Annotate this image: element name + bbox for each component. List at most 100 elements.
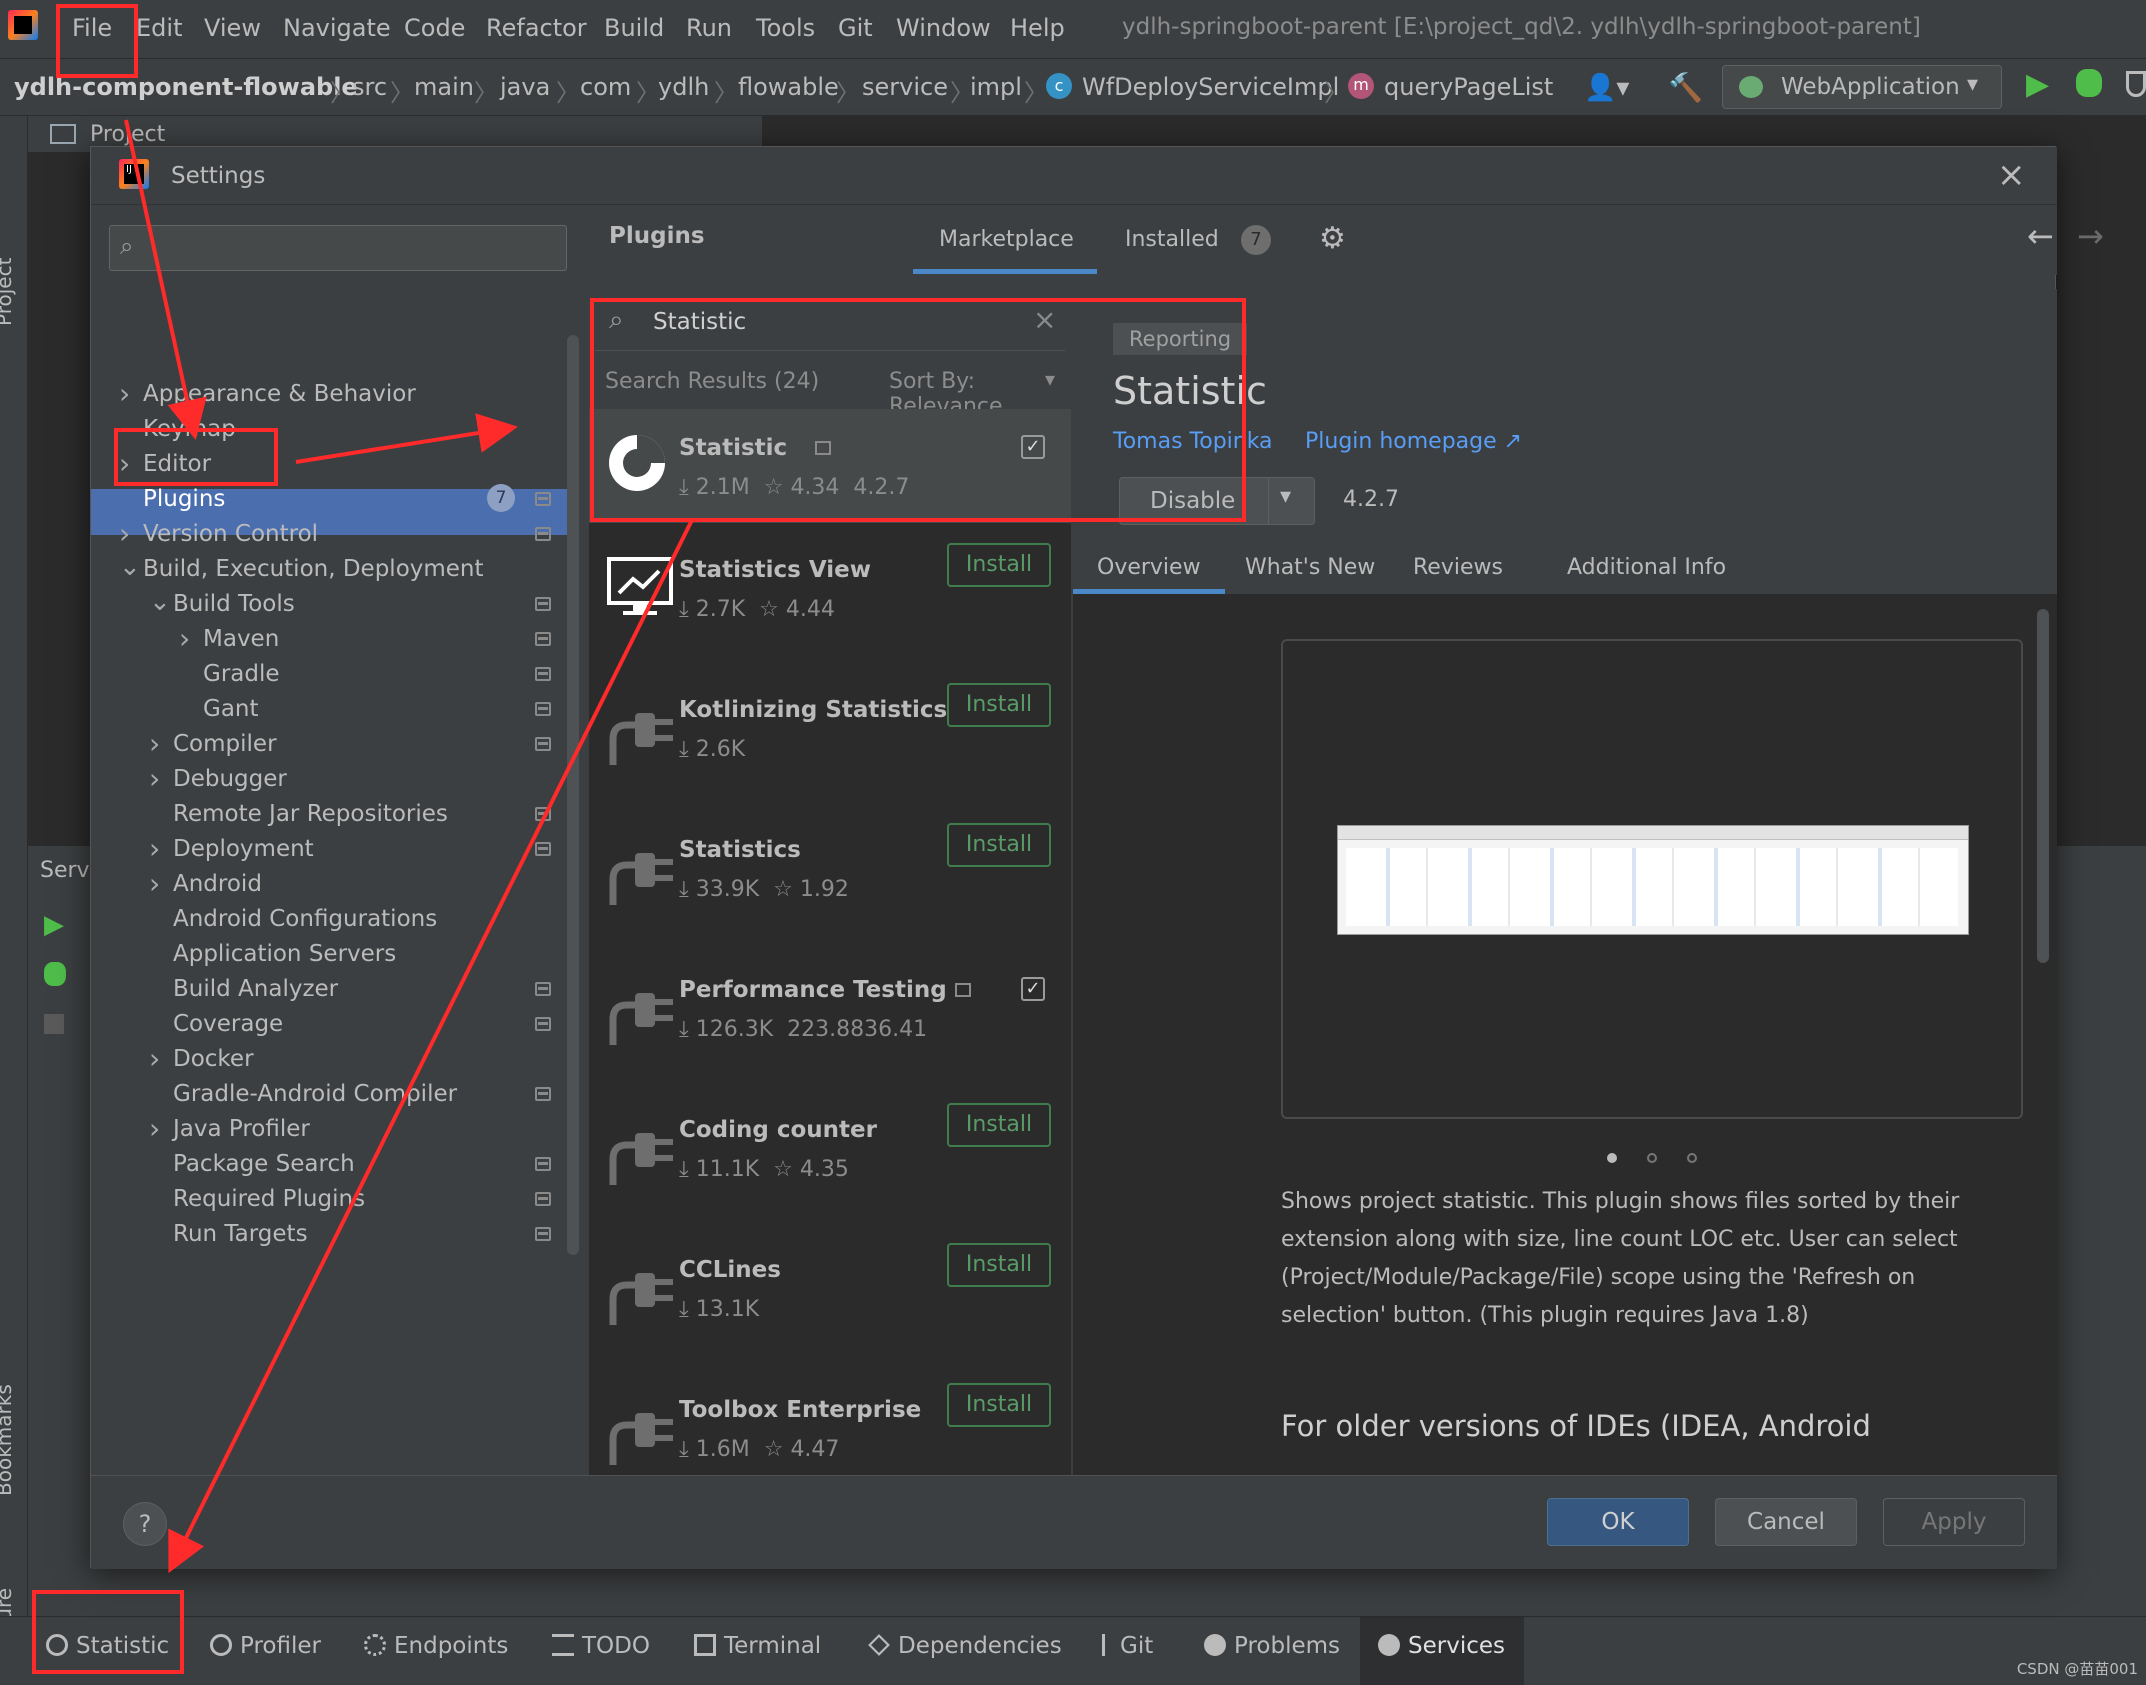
breadcrumb-flowable[interactable]: flowable xyxy=(738,73,839,101)
chevron-down-icon[interactable]: ⌄ xyxy=(119,552,141,582)
chevron-right-icon[interactable]: › xyxy=(149,762,160,795)
tab-dependencies[interactable]: Dependencies xyxy=(868,1633,1062,1659)
tree-item-maven[interactable]: Maven xyxy=(203,626,279,652)
menu-refactor[interactable]: Refactor xyxy=(486,14,587,42)
build-hammer-icon[interactable]: 🔨 xyxy=(1668,71,1703,104)
breadcrumb-com[interactable]: com xyxy=(580,73,631,101)
menu-tools[interactable]: Tools xyxy=(756,14,815,42)
project-tab-label[interactable]: Project xyxy=(90,122,165,147)
run-icon[interactable]: ▶ xyxy=(44,910,64,940)
menu-code[interactable]: Code xyxy=(404,14,465,42)
ok-button[interactable]: OK xyxy=(1547,1498,1689,1546)
tree-item-package-search[interactable]: Package Search xyxy=(173,1151,355,1177)
install-button[interactable]: Install xyxy=(947,683,1051,727)
run-config-select[interactable]: WebApplication ▾ xyxy=(1722,65,2002,109)
tree-item-application-servers[interactable]: Application Servers xyxy=(173,941,396,967)
menu-navigate[interactable]: Navigate xyxy=(283,14,391,42)
install-button[interactable]: Install xyxy=(947,1103,1051,1147)
menu-view[interactable]: View xyxy=(204,14,261,42)
breadcrumb-method[interactable]: queryPageList xyxy=(1384,73,1553,101)
tree-item-build-tools[interactable]: Build Tools xyxy=(173,591,295,617)
tree-item-gradle-android-compiler[interactable]: Gradle-Android Compiler xyxy=(173,1081,457,1107)
tab-terminal[interactable]: Terminal xyxy=(694,1633,821,1659)
tree-item-docker[interactable]: Docker xyxy=(173,1046,254,1072)
carousel-dot[interactable] xyxy=(1647,1153,1657,1163)
tab-installed[interactable]: Installed xyxy=(1125,227,1219,252)
tab-git[interactable]: Git xyxy=(1102,1633,1153,1659)
breadcrumb-ydlh[interactable]: ydlh xyxy=(658,73,709,101)
chevron-right-icon[interactable]: › xyxy=(149,867,160,900)
chevron-right-icon[interactable]: › xyxy=(149,1042,160,1075)
tab-todo[interactable]: TODO xyxy=(552,1633,650,1659)
plugin-list-item[interactable]: Statistics ⤓ 33.9K ☆ 1.92 Install xyxy=(589,811,1071,945)
menu-git[interactable]: Git xyxy=(838,14,873,42)
tree-item-debugger[interactable]: Debugger xyxy=(173,766,287,792)
debug-bug-icon[interactable] xyxy=(44,962,66,986)
menu-edit[interactable]: Edit xyxy=(136,14,182,42)
carousel-dot[interactable] xyxy=(1687,1153,1697,1163)
chevron-down-icon[interactable]: ▾ xyxy=(1280,484,1291,509)
stop-icon[interactable] xyxy=(44,1014,64,1034)
tree-scrollbar[interactable] xyxy=(567,335,579,1255)
bookmarks-tool-label[interactable]: Bookmarks xyxy=(0,1384,16,1496)
chevron-right-icon[interactable]: › xyxy=(149,832,160,865)
plugin-list-item[interactable]: Kotlinizing Statistics ⤓ 2.6K Install xyxy=(589,671,1071,805)
chevron-right-icon[interactable]: › xyxy=(179,622,190,655)
tree-item-required-plugins[interactable]: Required Plugins xyxy=(173,1186,365,1212)
chevron-right-icon[interactable]: › xyxy=(119,517,130,550)
tree-item-java-profiler[interactable]: Java Profiler xyxy=(173,1116,310,1142)
plugin-list-item[interactable]: Toolbox Enterprise ⤓ 1.6M ☆ 4.47 Install xyxy=(589,1371,1071,1505)
menu-window[interactable]: Window xyxy=(896,14,991,42)
tab-overview[interactable]: Overview xyxy=(1097,555,1201,580)
tree-item-deployment[interactable]: Deployment xyxy=(173,836,314,862)
chevron-right-icon[interactable]: › xyxy=(149,1112,160,1145)
breadcrumb-main[interactable]: main xyxy=(414,73,474,101)
tree-item-version-control[interactable]: Version Control xyxy=(143,521,318,547)
breadcrumb-src[interactable]: src xyxy=(352,73,387,101)
tree-item-remote-jar-repositories[interactable]: Remote Jar Repositories xyxy=(173,801,448,827)
tree-item-android[interactable]: Android xyxy=(173,871,262,897)
enabled-checkbox[interactable]: ✓ xyxy=(1021,977,1045,1001)
tree-item-compiler[interactable]: Compiler xyxy=(173,731,277,757)
tree-item-gradle[interactable]: Gradle xyxy=(203,661,280,687)
install-button[interactable]: Install xyxy=(947,823,1051,867)
plugin-list-item[interactable]: Performance Testing ⤓ 126.3K 223.8836.41 ✓ xyxy=(589,951,1071,1085)
tab-reviews[interactable]: Reviews xyxy=(1413,555,1503,580)
install-button[interactable]: Install xyxy=(947,1243,1051,1287)
tab-services-active[interactable]: Services xyxy=(1360,1617,1524,1685)
plugin-screenshot[interactable] xyxy=(1337,825,1969,935)
apply-button[interactable]: Apply xyxy=(1883,1498,2025,1546)
close-icon[interactable]: × xyxy=(1997,155,2026,195)
plugin-list-item[interactable]: Statistics View ⤓ 2.7K ☆ 4.44 Install xyxy=(589,531,1071,665)
menu-run[interactable]: Run xyxy=(686,14,732,42)
menu-build[interactable]: Build xyxy=(604,14,664,42)
tree-item-android-configurations[interactable]: Android Configurations xyxy=(173,906,437,932)
gear-icon[interactable]: ⚙ xyxy=(1319,221,1346,256)
breadcrumb-java[interactable]: java xyxy=(500,73,550,101)
breadcrumb-service[interactable]: service xyxy=(862,73,948,101)
tree-item-coverage[interactable]: Coverage xyxy=(173,1011,283,1037)
run-icon[interactable]: ▶ xyxy=(2026,67,2049,102)
tab-profiler[interactable]: Profiler xyxy=(210,1633,321,1659)
chevron-right-icon[interactable]: › xyxy=(119,377,130,410)
settings-search-input[interactable]: ⌕ xyxy=(109,225,567,271)
project-tool-label[interactable]: Project xyxy=(0,258,16,326)
debug-bug-icon[interactable] xyxy=(2076,69,2102,97)
detail-scrollbar[interactable] xyxy=(2037,609,2049,963)
cancel-button[interactable]: Cancel xyxy=(1715,1498,1857,1546)
tab-problems[interactable]: Problems xyxy=(1204,1633,1340,1659)
tree-item-gant[interactable]: Gant xyxy=(203,696,259,722)
plugin-list-item[interactable]: CCLines ⤓ 13.1K Install xyxy=(589,1231,1071,1365)
back-arrow-icon[interactable]: ← xyxy=(2027,217,2054,255)
tree-item-appearance-behavior[interactable]: Appearance & Behavior xyxy=(143,381,416,407)
breadcrumb-class[interactable]: WfDeployServiceImpl xyxy=(1082,73,1339,101)
user-icon[interactable]: 👤▾ xyxy=(1584,73,1629,103)
help-icon[interactable]: ? xyxy=(123,1502,167,1546)
forward-arrow-icon[interactable]: → xyxy=(2077,217,2104,255)
breadcrumb-impl[interactable]: impl xyxy=(970,73,1022,101)
install-button[interactable]: Install xyxy=(947,543,1051,587)
tab-additional-info[interactable]: Additional Info xyxy=(1567,555,1726,580)
tab-whats-new[interactable]: What's New xyxy=(1245,555,1375,580)
tree-item-build-execution-deployment[interactable]: Build, Execution, Deployment xyxy=(143,556,484,582)
coverage-shield-icon[interactable] xyxy=(2126,71,2146,97)
